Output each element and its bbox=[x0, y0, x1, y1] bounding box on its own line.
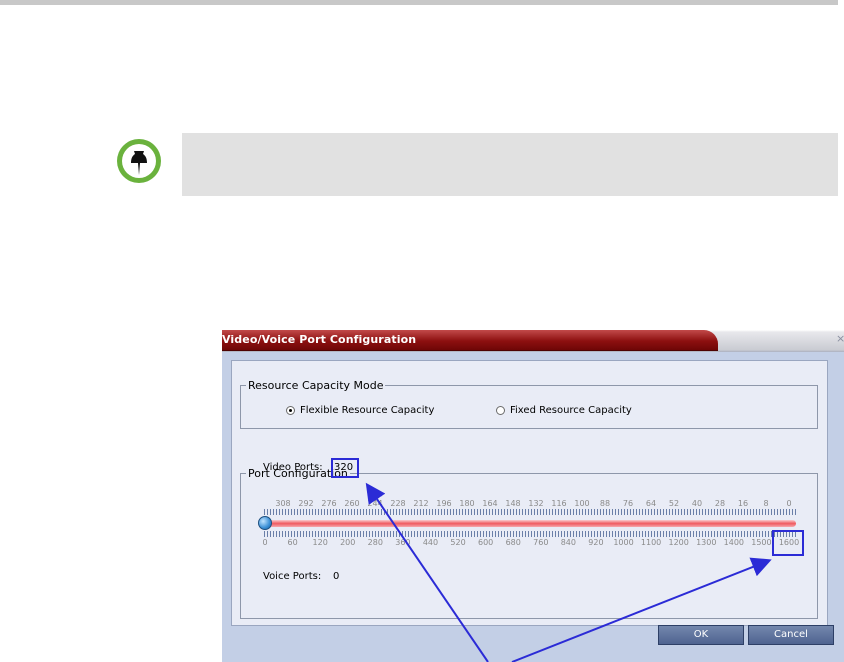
arrow-to-voice-max bbox=[511, 557, 772, 662]
arrow-to-video-ports bbox=[365, 482, 489, 662]
annotation-arrows bbox=[365, 482, 772, 662]
